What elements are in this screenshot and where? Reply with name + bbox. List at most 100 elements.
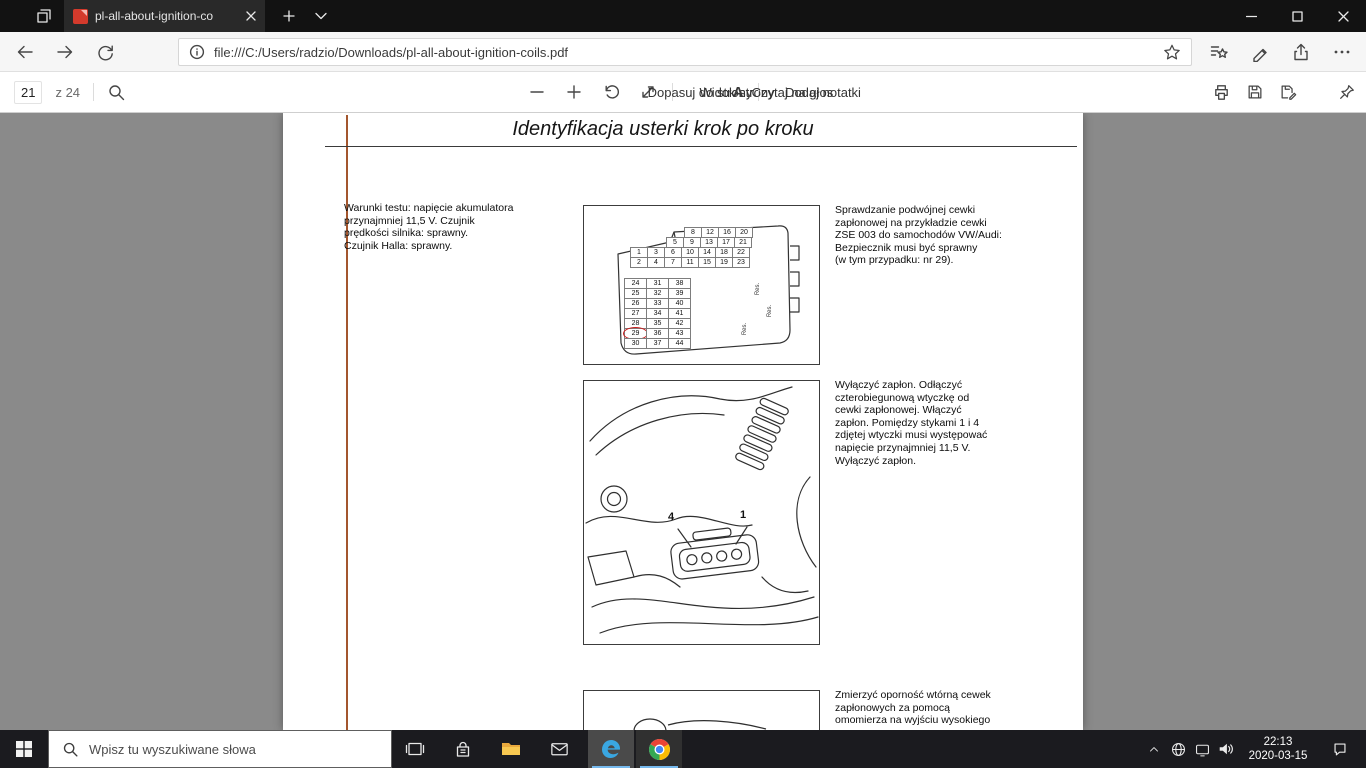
- minimize-button[interactable]: [1228, 0, 1274, 32]
- close-window-button[interactable]: [1320, 0, 1366, 32]
- figure-partial: [583, 690, 820, 730]
- fuse-11: 11: [681, 257, 699, 268]
- refresh-button[interactable]: [86, 32, 124, 72]
- tab-title: pl-all-about-ignition-co: [95, 9, 214, 23]
- read-aloud-icon: A: [732, 83, 744, 101]
- network-globe-icon: [1171, 742, 1185, 756]
- taskbar-store-button[interactable]: [440, 730, 486, 768]
- fuse-2: 2: [630, 257, 648, 268]
- minimize-icon: [1245, 15, 1257, 17]
- page-count-label: z 24: [55, 84, 81, 100]
- pdf-file-icon: [73, 8, 88, 24]
- fuse-row: 30 37 44: [624, 338, 691, 349]
- pin-toolbar-button[interactable]: [1338, 83, 1356, 101]
- pdf-toolbar: 21 z 24 Dopasuj do strony Widok strony A…: [0, 72, 1366, 113]
- save-as-icon: [1281, 85, 1297, 100]
- back-button[interactable]: [6, 32, 44, 72]
- fuse-23: 23: [732, 257, 750, 268]
- share-button[interactable]: [1280, 32, 1321, 72]
- zoom-out-button[interactable]: [524, 78, 550, 106]
- task-view-button[interactable]: [392, 730, 438, 768]
- fuse-37: 37: [646, 338, 669, 349]
- taskbar-search[interactable]: [48, 730, 392, 768]
- task-view-icon: [405, 742, 425, 756]
- set-tabs-aside-button[interactable]: [26, 0, 62, 32]
- browser-titlebar: pl-all-about-ignition-co: [0, 0, 1366, 32]
- fuse-row: 2 4 7 11 15 19 23: [630, 257, 753, 268]
- fuse-grid-top: 8 12 16 20 5 9 13 17 21 1 3 6 10 14 18 22 2 4 7 11 15 19 23: [630, 227, 753, 268]
- fuse-grid-bottom: 24 31 38 25 32 39 26 33 40 27 34 41 28 35 42 29 36 43 30 37…: [623, 278, 691, 349]
- chrome-icon: [648, 738, 670, 760]
- maximize-button[interactable]: [1274, 0, 1320, 32]
- step-note-2: Wyłączyć zapłon. Odłączyć czterobiegunow…: [835, 379, 988, 467]
- fuse-7: 7: [664, 257, 682, 268]
- add-notes-label: Dodaj notatki: [785, 84, 861, 100]
- close-icon: [1337, 10, 1349, 22]
- more-button[interactable]: [1321, 32, 1362, 72]
- browser-tab[interactable]: pl-all-about-ignition-co: [64, 0, 265, 32]
- site-info-icon[interactable]: [189, 44, 205, 60]
- chevron-up-icon: [1150, 747, 1158, 752]
- figure-fusebox: 8 12 16 20 5 9 13 17 21 1 3 6 10 14 18 22 2 4 7 11 15 19 23 24…: [583, 205, 820, 365]
- hub-button[interactable]: [1198, 32, 1239, 72]
- pdf-content-area[interactable]: Identyfikacja usterki krok po kroku Waru…: [0, 113, 1366, 730]
- hidden-icons-button[interactable]: [1142, 730, 1166, 768]
- browser-navbar: file:///C:/Users/radzio/Downloads/pl-all…: [0, 32, 1366, 72]
- taskbar-explorer-button[interactable]: [488, 730, 534, 768]
- tab-close-button[interactable]: [246, 11, 256, 21]
- taskbar-mail-button[interactable]: [536, 730, 582, 768]
- rotate-icon: [605, 85, 620, 99]
- taskbar-clock[interactable]: 22:13 2020-03-15: [1240, 730, 1316, 768]
- search-input[interactable]: [89, 741, 378, 757]
- microsoft-store-icon: [456, 741, 470, 757]
- close-icon: [246, 11, 256, 21]
- fuse-44: 44: [668, 338, 691, 349]
- clock-date: 2020-03-15: [1248, 750, 1308, 762]
- connector-pin-4-label: 4: [668, 511, 675, 523]
- save-as-button[interactable]: [1279, 83, 1297, 101]
- network-tray-button[interactable]: [1166, 730, 1190, 768]
- action-center-button[interactable]: [1320, 730, 1360, 768]
- save-button[interactable]: [1246, 83, 1264, 101]
- set-tabs-aside-icon: [37, 9, 51, 23]
- add-notes-button[interactable]: [1239, 32, 1280, 72]
- page-number-input[interactable]: 21: [14, 80, 43, 104]
- figure-engine-connector: 4 1: [583, 380, 820, 645]
- add-notes-toolbar-button[interactable]: Dodaj notatki: [785, 78, 861, 106]
- zoom-in-button[interactable]: [561, 78, 587, 106]
- fuse-res-label: Res.: [767, 304, 774, 318]
- taskbar-edge-button[interactable]: [588, 730, 634, 768]
- fuse-15: 15: [698, 257, 716, 268]
- address-bar[interactable]: file:///C:/Users/radzio/Downloads/pl-all…: [178, 38, 1192, 66]
- url-text: file:///C:/Users/radzio/Downloads/pl-all…: [214, 44, 569, 60]
- speaker-icon: [1219, 743, 1233, 755]
- test-conditions-note: Warunki testu: napięcie akumulatora przy…: [344, 202, 514, 252]
- plus-icon: [283, 10, 295, 22]
- action-center-icon: [1334, 743, 1346, 756]
- pdf-search-button[interactable]: [107, 83, 126, 102]
- windows-taskbar: 22:13 2020-03-15: [0, 730, 1366, 768]
- favorite-star-icon[interactable]: [1163, 43, 1181, 61]
- hub-favorites-icon: [1210, 46, 1228, 58]
- partial-drawing: [633, 718, 767, 730]
- print-button[interactable]: [1212, 83, 1231, 102]
- more-dots-icon: [1334, 50, 1349, 54]
- navbar-icons: [1198, 32, 1362, 72]
- pen-icon: [1252, 48, 1267, 62]
- search-icon: [63, 742, 78, 757]
- arrow-right-icon: [57, 45, 73, 59]
- new-tab-button[interactable]: [272, 0, 306, 32]
- forward-button[interactable]: [46, 32, 84, 72]
- title-underline: [325, 146, 1077, 147]
- minus-icon: [530, 91, 544, 93]
- volume-tray-button[interactable]: [1214, 730, 1238, 768]
- start-button[interactable]: [0, 730, 48, 768]
- chevron-down-icon: [315, 12, 327, 20]
- tab-preview-toggle[interactable]: [306, 0, 336, 32]
- rotate-button[interactable]: [598, 78, 624, 106]
- taskbar-chrome-button[interactable]: [636, 730, 682, 768]
- refresh-icon: [97, 45, 113, 60]
- printer-icon: [1215, 84, 1228, 100]
- search-icon: [109, 84, 125, 100]
- touch-device-tray-button[interactable]: [1190, 730, 1214, 768]
